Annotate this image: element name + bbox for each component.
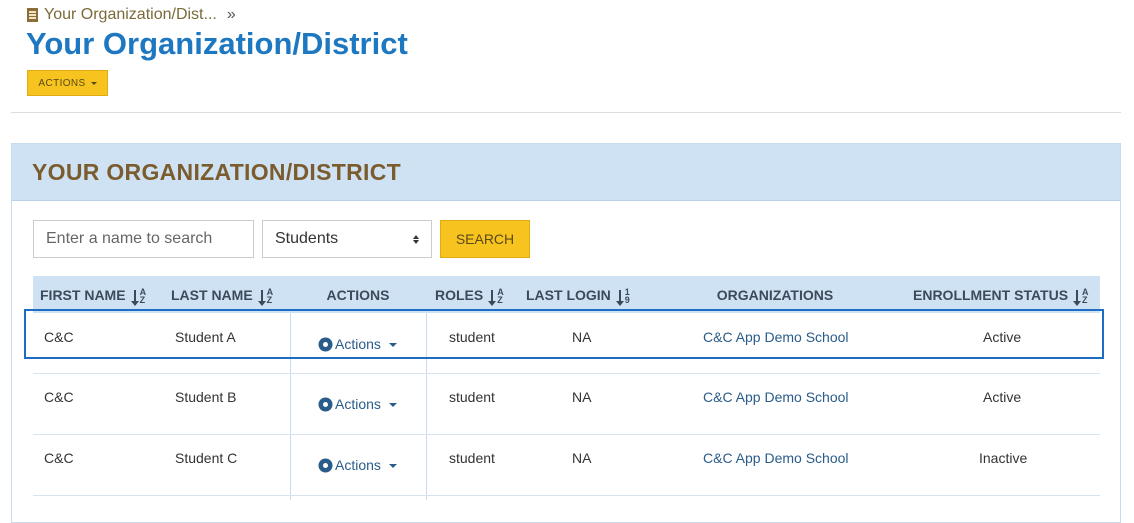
column-roles[interactable]: ROLES AZ — [435, 276, 504, 313]
column-last-name[interactable]: LAST NAME AZ — [171, 276, 273, 313]
column-last-login[interactable]: LAST LOGIN 19 — [526, 276, 630, 313]
sort-alpha-icon[interactable]: AZ — [130, 286, 146, 306]
enrollment-status-cell: Active — [983, 389, 1022, 405]
row-actions-dropdown[interactable]: Actions — [320, 457, 397, 473]
table-row[interactable]: C&C Student B Actions student NA C&C App… — [33, 374, 1100, 435]
organization-link[interactable]: C&C App Demo School — [703, 389, 849, 405]
last-login-cell: NA — [572, 389, 592, 405]
building-icon — [27, 8, 38, 22]
breadcrumb-separator: » — [226, 6, 236, 23]
column-first-name[interactable]: FIRST NAME AZ — [40, 276, 146, 313]
last-name-cell: Student B — [175, 389, 237, 405]
search-button[interactable]: SEARCH — [440, 220, 530, 258]
first-name-cell: C&C — [44, 389, 74, 405]
sort-alpha-icon[interactable]: AZ — [1073, 286, 1089, 306]
gear-icon — [320, 459, 331, 471]
sort-alpha-icon[interactable]: AZ — [488, 286, 504, 306]
breadcrumb: Your Organization/Dist... » — [27, 6, 236, 24]
column-actions: ACTIONS — [326, 286, 390, 303]
column-organizations: ORGANIZATIONS — [716, 286, 834, 303]
select-arrows-icon — [413, 234, 419, 244]
actions-button[interactable]: ACTIONS — [27, 70, 108, 96]
panel-title: YOUR ORGANIZATION/DISTRICT — [12, 144, 1120, 201]
column-enrollment-status[interactable]: ENROLLMENT STATUS AZ — [913, 276, 1089, 313]
actions-button-label: ACTIONS — [38, 77, 86, 89]
breadcrumb-link[interactable]: Your Organization/Dist... — [44, 6, 217, 24]
table-header: FIRST NAME AZ LAST NAME AZ ACTIONS ROLES… — [33, 276, 1100, 313]
caret-down-icon — [90, 81, 97, 85]
role-cell: student — [449, 450, 495, 466]
last-name-cell: Student C — [175, 450, 238, 466]
role-select-value: Students — [275, 230, 339, 247]
first-name-cell: C&C — [44, 450, 74, 466]
role-cell: student — [449, 389, 495, 405]
caret-down-icon — [388, 464, 397, 468]
sort-numeric-icon[interactable]: 19 — [615, 286, 630, 306]
row-actions-dropdown[interactable]: Actions — [320, 396, 397, 412]
table-row[interactable]: C&C Student C Actions student NA C&C App… — [33, 435, 1100, 496]
search-input[interactable] — [33, 220, 254, 258]
divider — [11, 112, 1121, 113]
gear-icon — [320, 398, 331, 410]
sort-alpha-icon[interactable]: AZ — [257, 286, 273, 306]
page-title: Your Organization/District — [26, 26, 408, 61]
selected-row-highlight — [24, 309, 1104, 359]
organization-link[interactable]: C&C App Demo School — [703, 450, 849, 466]
caret-down-icon — [388, 403, 397, 407]
role-select[interactable]: Students — [262, 220, 432, 258]
last-login-cell: NA — [572, 450, 592, 466]
enrollment-status-cell: Inactive — [979, 450, 1028, 466]
